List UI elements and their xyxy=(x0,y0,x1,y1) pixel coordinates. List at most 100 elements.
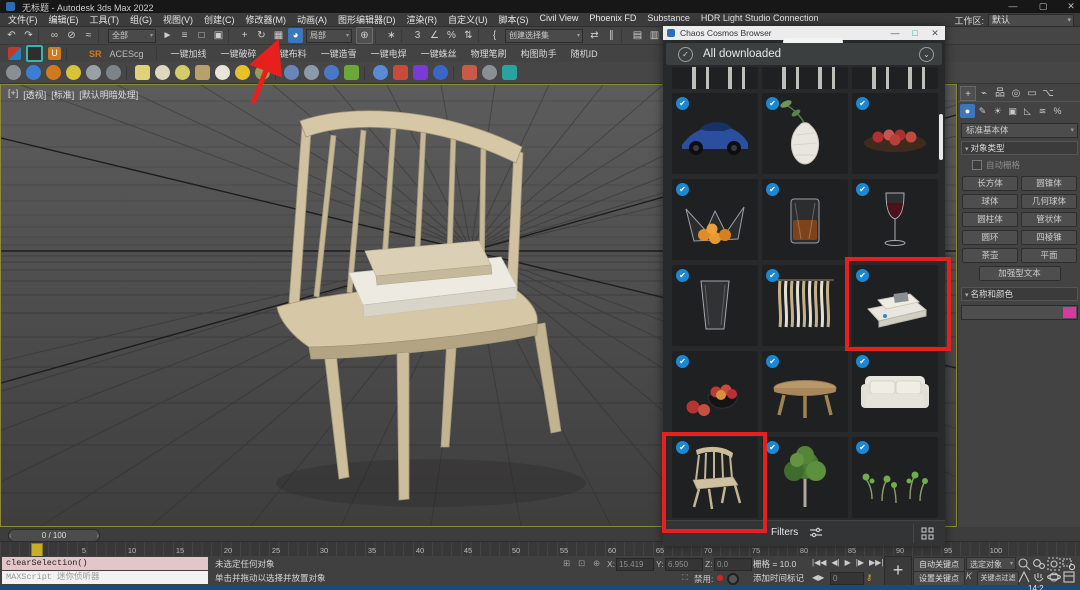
chevron-down-icon[interactable]: ⌄ xyxy=(919,47,934,62)
category-shapes-icon[interactable]: ✎ xyxy=(975,104,990,118)
orbit-icon[interactable] xyxy=(1046,570,1061,583)
object-type-button-1[interactable]: 长方体 xyxy=(962,176,1018,191)
zoom-region-icon[interactable] xyxy=(1061,557,1076,570)
plugin-icon[interactable] xyxy=(175,65,190,80)
quick-button[interactable]: 随机ID xyxy=(571,47,598,60)
notification-circle-icon[interactable] xyxy=(727,573,739,585)
plugin-icon[interactable] xyxy=(344,65,359,80)
cosmos-close-button[interactable]: ✕ xyxy=(925,28,945,39)
select-and-place-icon[interactable]: ◕ xyxy=(288,28,303,43)
quick-button[interactable]: 一键加线 xyxy=(171,47,207,60)
pan-icon[interactable] xyxy=(1031,570,1046,583)
maxscript-input[interactable]: clearSelection() xyxy=(2,557,208,570)
select-by-name-icon[interactable]: ≡ xyxy=(177,28,192,43)
redo-icon[interactable]: ↷ xyxy=(21,28,36,43)
window-crossing-icon[interactable]: ▣ xyxy=(211,28,226,43)
zoom-all-icon[interactable] xyxy=(1031,557,1046,570)
object-type-button-4[interactable]: 几何球体 xyxy=(1021,194,1077,209)
asset-whiskey-glass[interactable]: ✔ xyxy=(762,179,848,260)
menu-item-g[interactable]: 组(G) xyxy=(130,13,152,26)
cosmos-scrollbar[interactable] xyxy=(939,114,943,160)
plugin-icon[interactable] xyxy=(6,65,21,80)
category-spacewarps-icon[interactable]: ≋ xyxy=(1035,104,1050,118)
mirror-icon[interactable]: ⇄ xyxy=(587,28,602,43)
selection-set-dropdown[interactable]: 选定对象 xyxy=(966,557,1016,570)
menu-item-s[interactable]: 脚本(S) xyxy=(499,13,529,26)
cosmos-minimize-button[interactable]: — xyxy=(885,28,905,38)
plugin-icon[interactable] xyxy=(235,65,250,80)
auto-key-button[interactable]: 自动关键点 xyxy=(913,557,965,572)
plugin-icon[interactable] xyxy=(106,65,121,80)
plugin-icon[interactable] xyxy=(86,65,101,80)
select-and-manipulate-icon[interactable]: ∗ xyxy=(384,28,399,43)
menu-item-v[interactable]: 视图(V) xyxy=(163,13,193,26)
export-icon[interactable] xyxy=(26,45,43,62)
asset-fruit-plate[interactable]: ✔ xyxy=(852,93,938,174)
plugin-icon[interactable] xyxy=(46,65,61,80)
bind-to-space-warp-icon[interactable]: ≈ xyxy=(81,28,96,43)
menu-item-f[interactable]: 文件(F) xyxy=(8,13,38,26)
tab-modify[interactable]: ⌁ xyxy=(976,86,992,101)
current-frame-field[interactable]: 0 xyxy=(830,572,864,585)
workspace-dropdown[interactable]: 默认 xyxy=(988,14,1074,27)
viewport-menu-general[interactable]: [+] xyxy=(8,88,18,101)
plugin-icon[interactable] xyxy=(413,65,428,80)
key-filters-button[interactable]: 关键点过滤器.. xyxy=(977,571,1019,586)
category-lights-icon[interactable]: ☀ xyxy=(990,104,1005,118)
asset-fruit-bowl-oranges[interactable]: ✔ xyxy=(672,179,758,260)
quick-button[interactable]: 构图助手 xyxy=(521,47,557,60)
rectangular-selection-region-icon[interactable]: □ xyxy=(194,28,209,43)
plugin-icon[interactable] xyxy=(66,65,81,80)
x-coordinate-field[interactable]: 15.419 xyxy=(616,558,654,571)
reference-coordinate-dropdown[interactable]: 局部 xyxy=(306,29,352,43)
quick-button[interactable]: 一键布料 xyxy=(271,47,307,60)
menu-item-hdrlightstudioconnection[interactable]: HDR Light Studio Connection xyxy=(701,13,819,26)
layer-explorer-icon[interactable]: ▥ xyxy=(647,28,662,43)
asset-sports-car[interactable]: ✔ xyxy=(672,93,758,174)
object-type-button-11[interactable]: 加强型文本 xyxy=(979,266,1061,281)
category-systems-icon[interactable]: % xyxy=(1050,104,1065,118)
key-mode-toggle-icon[interactable]: ◀▶ xyxy=(812,573,824,582)
select-and-rotate-icon[interactable]: ↻ xyxy=(254,28,269,43)
menu-item-r[interactable]: 渲染(R) xyxy=(407,13,438,26)
maximize-viewport-icon[interactable] xyxy=(1061,570,1076,583)
menu-item-t[interactable]: 工具(T) xyxy=(90,13,120,26)
default-in-out-tangent-icon[interactable]: ⚷ xyxy=(866,572,872,583)
degradation-icon[interactable]: ⛶ xyxy=(682,573,688,583)
category-cameras-icon[interactable]: ▣ xyxy=(1005,104,1020,118)
select-and-scale-icon[interactable]: ▦ xyxy=(271,28,286,43)
isolate-selection-icon[interactable]: ⊞ xyxy=(563,558,570,569)
asset-seedlings[interactable]: ✔ xyxy=(852,437,938,518)
quick-button[interactable]: 一键造雪 xyxy=(321,47,357,60)
grid-view-icon[interactable] xyxy=(921,527,934,540)
object-type-button-10[interactable]: 平面 xyxy=(1021,248,1077,263)
y-coordinate-field[interactable]: 6.950 xyxy=(665,558,703,571)
object-type-button-9[interactable]: 茶壶 xyxy=(962,248,1018,263)
go-to-end-icon[interactable]: ▶▶| xyxy=(869,558,883,567)
u-plugin-icon[interactable]: U xyxy=(48,47,61,60)
tab-utilities[interactable]: ⌥ xyxy=(1040,86,1056,101)
maxscript-listener-label[interactable]: MAXScript 迷你侦听器 xyxy=(2,571,208,584)
tab-create[interactable]: + xyxy=(960,86,976,101)
named-selection-sets-dropdown[interactable]: 创建选择集 xyxy=(505,29,583,43)
plugin-icon[interactable] xyxy=(26,65,41,80)
tab-hierarchy[interactable]: 品 xyxy=(992,86,1008,101)
quick-button[interactable]: 一键电焊 xyxy=(371,47,407,60)
unlink-icon[interactable]: ⊘ xyxy=(64,28,79,43)
scene-explorer-icon[interactable]: ▤ xyxy=(630,28,645,43)
previous-frame-icon[interactable]: ◀| xyxy=(831,558,839,567)
aces-button[interactable]: ACEScg xyxy=(110,49,144,59)
spinner-snap-icon[interactable]: ⇅ xyxy=(461,28,476,43)
menu-item-c[interactable]: 创建(C) xyxy=(204,13,235,26)
add-time-tag[interactable]: 添加时间标记 xyxy=(753,572,804,584)
quick-button[interactable]: 一键蛛丝 xyxy=(421,47,457,60)
plugin-icon[interactable] xyxy=(502,65,517,80)
quick-button[interactable]: 物理笔刷 xyxy=(471,47,507,60)
undo-icon[interactable]: ↶ xyxy=(4,28,19,43)
object-type-button-5[interactable]: 圆柱体 xyxy=(962,212,1018,227)
viewport-menu-shading[interactable]: [默认明暗处理] xyxy=(79,88,138,101)
category-helpers-icon[interactable]: ◺ xyxy=(1020,104,1035,118)
sini-icon[interactable] xyxy=(8,47,21,60)
object-type-button-3[interactable]: 球体 xyxy=(962,194,1018,209)
filters-sliders-icon[interactable] xyxy=(809,527,823,539)
